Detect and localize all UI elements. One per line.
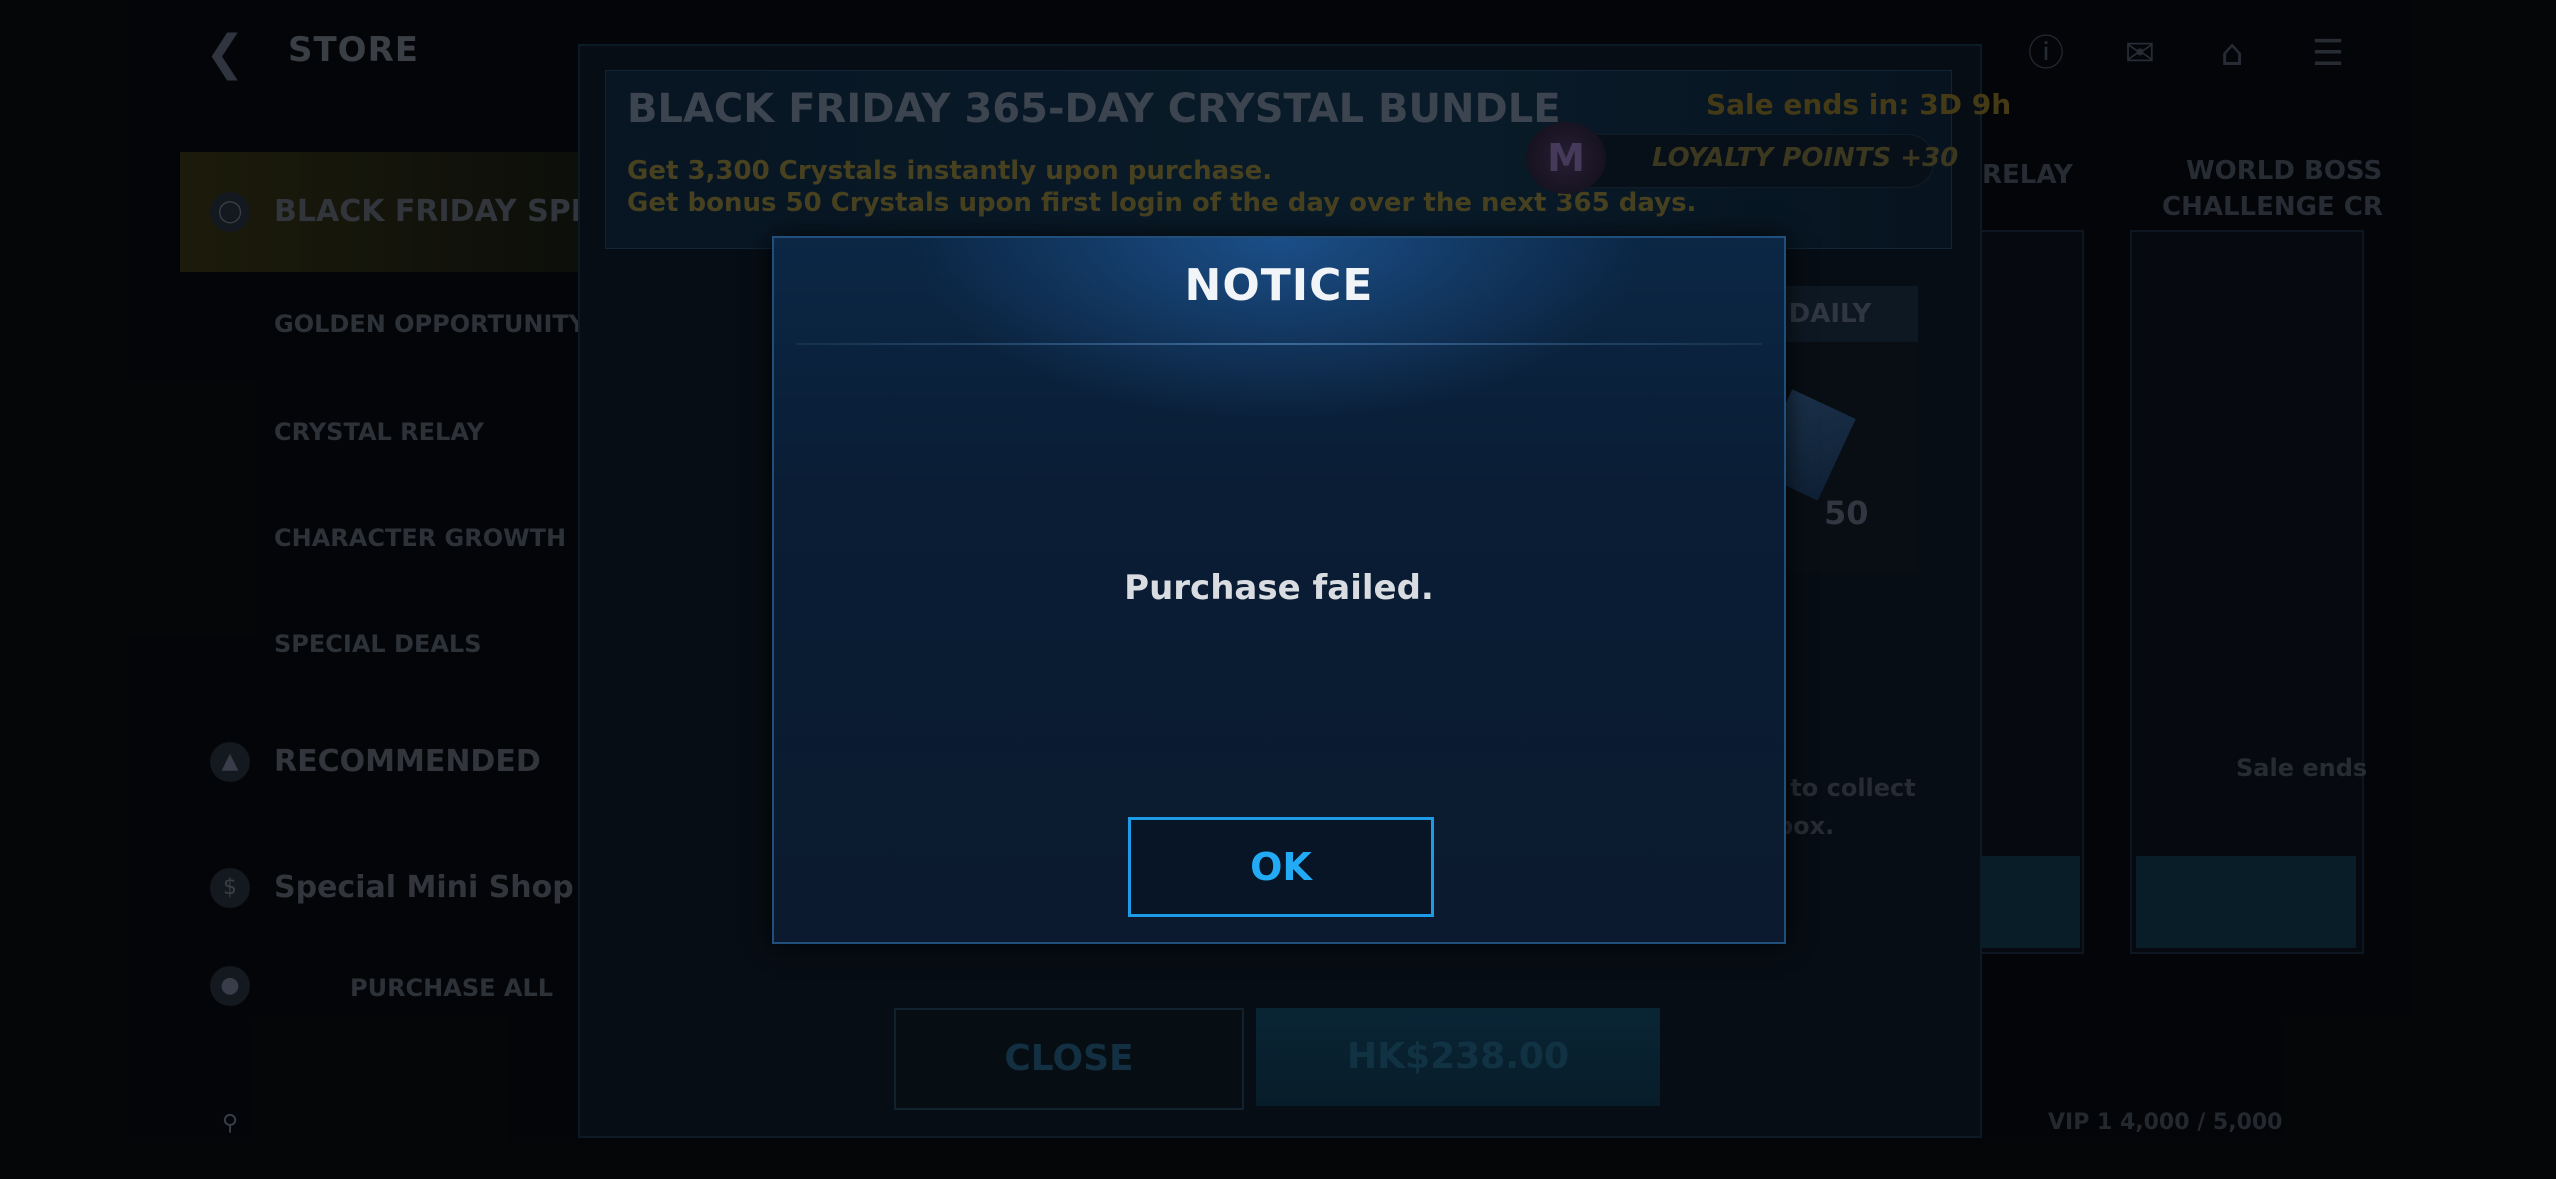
dialog-title: NOTICE [1184,260,1374,311]
app-screen: ❮ STORE ⓘ ✉ ⌂ ☰ ◯ BLACK FRIDAY SPECIAL G… [0,0,2556,1179]
dialog-message: Purchase failed. [1124,568,1434,608]
ok-button[interactable]: OK [1128,817,1434,917]
dialog-divider [796,343,1762,345]
notice-dialog: NOTICE Purchase failed. OK [772,236,1786,944]
